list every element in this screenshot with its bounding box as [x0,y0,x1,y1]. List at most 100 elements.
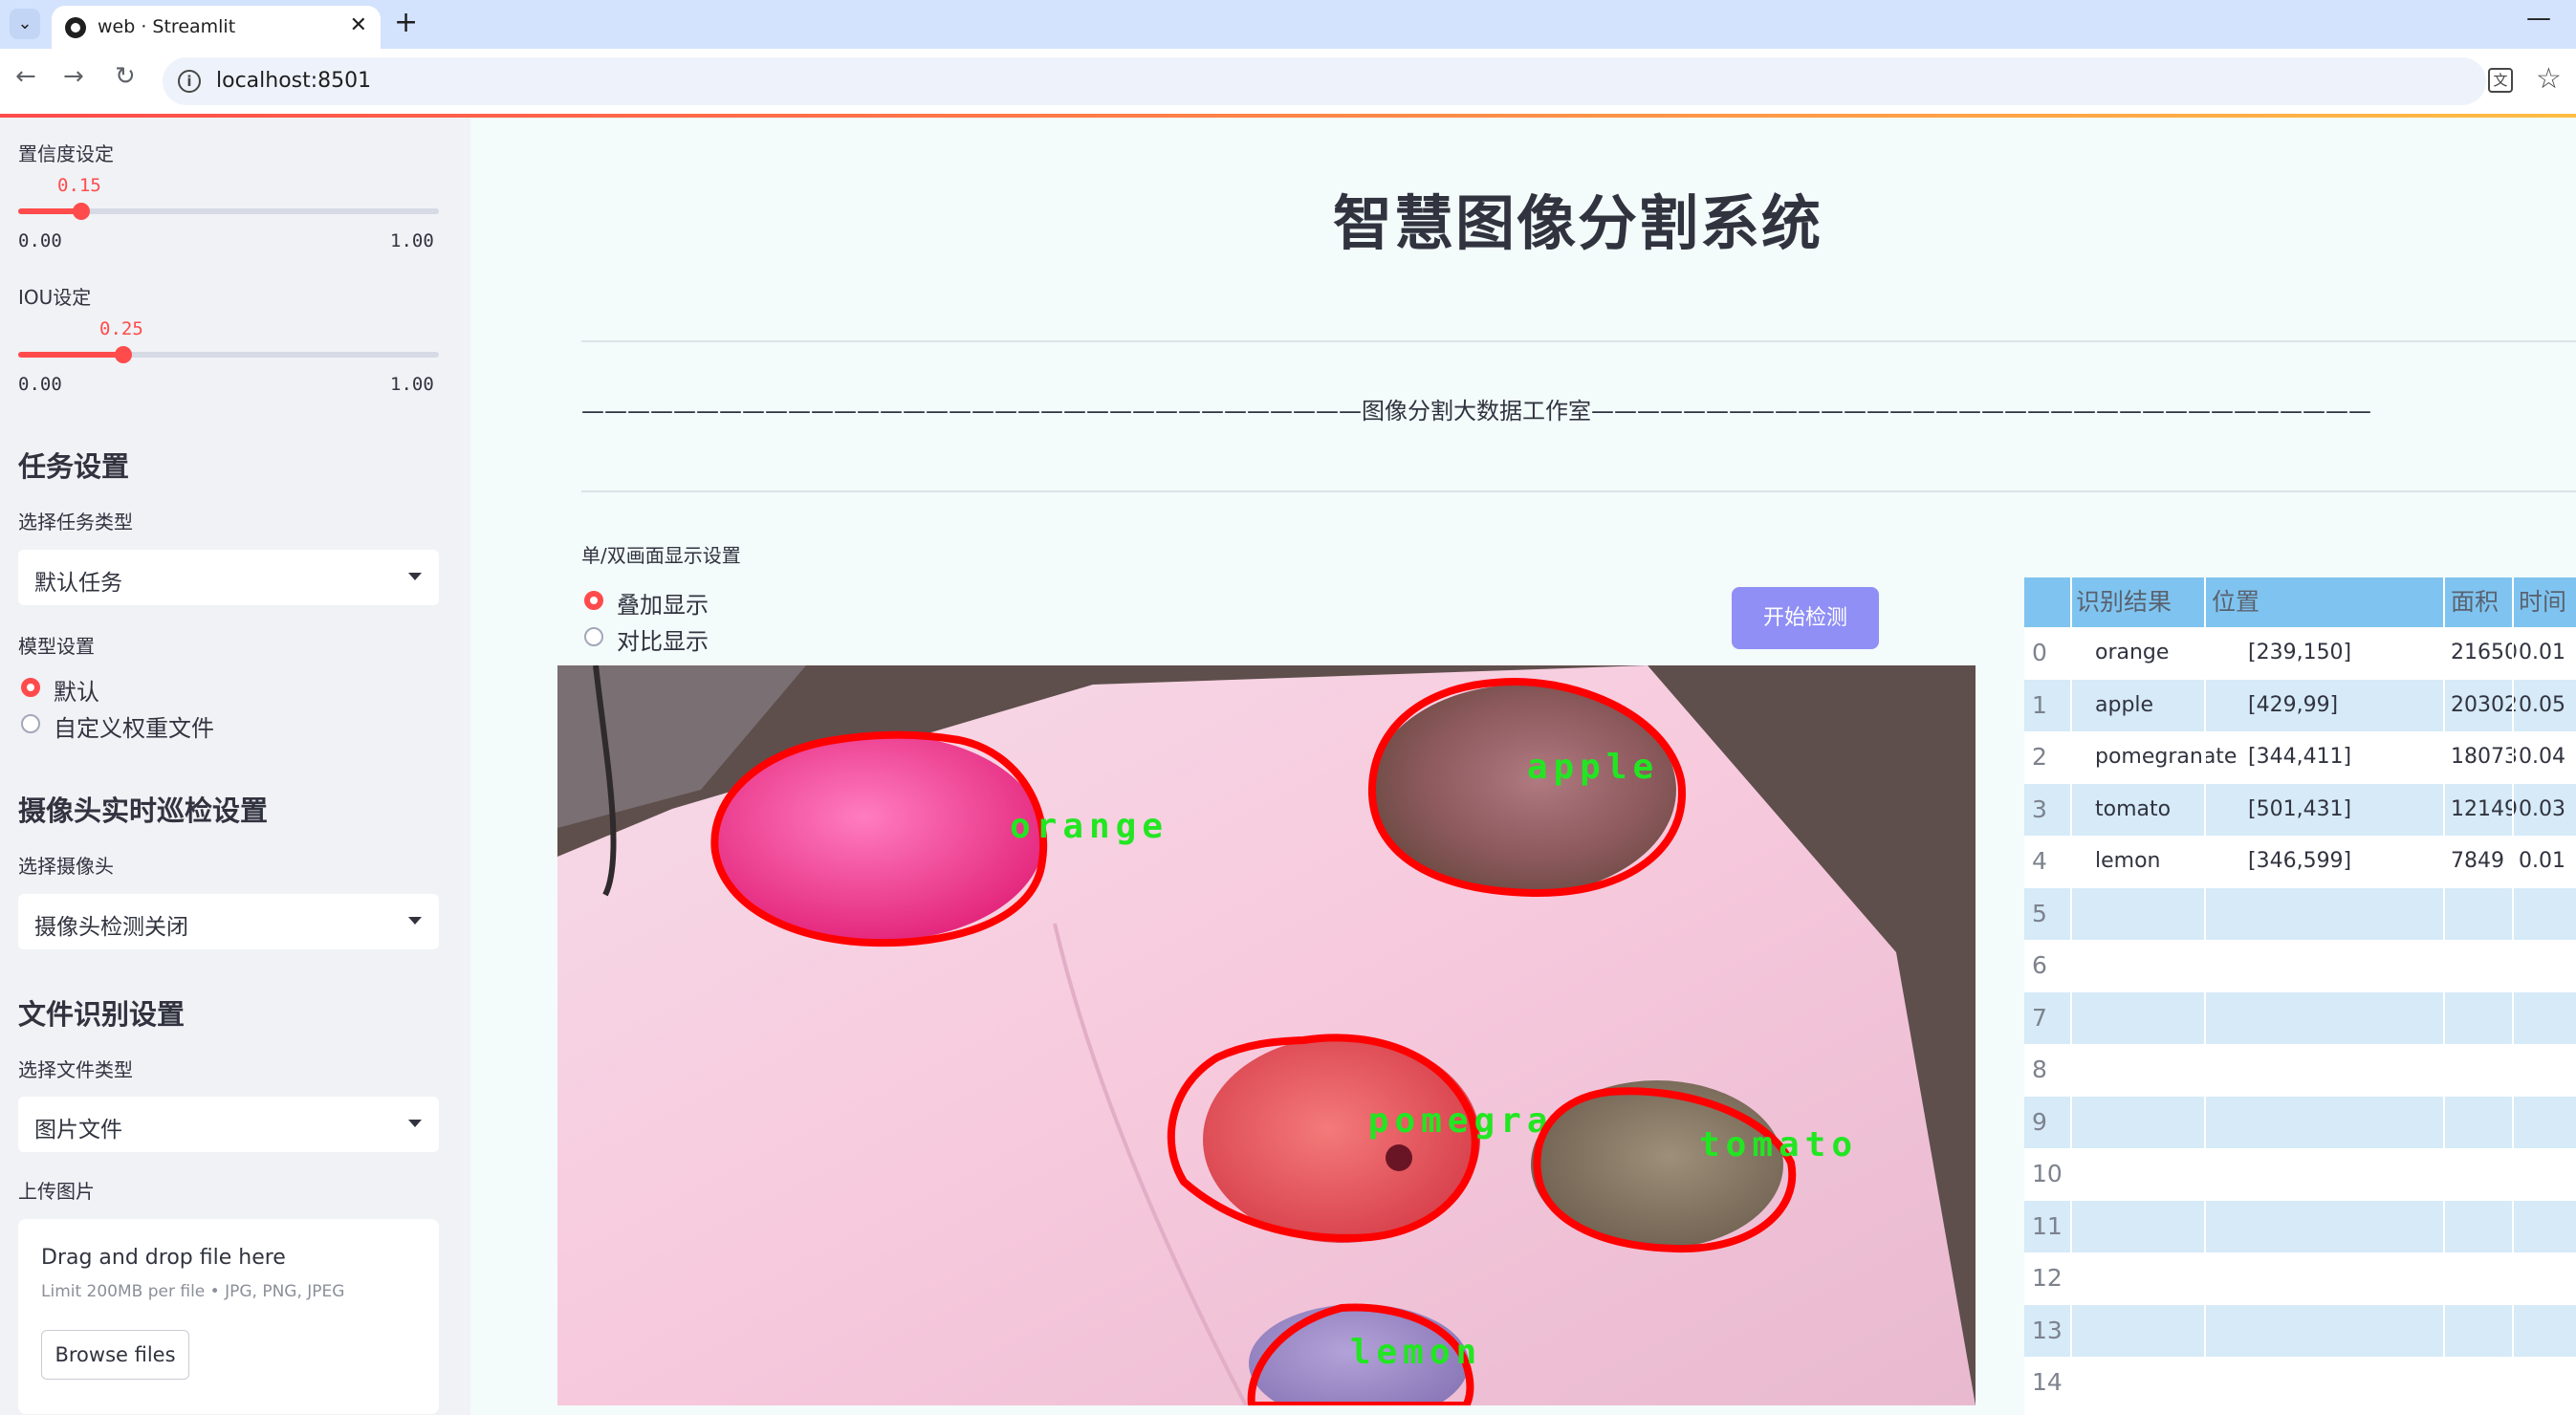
forward-arrow-icon[interactable]: → [63,62,84,91]
row-index: 14 [2032,1368,2063,1396]
iou-slider[interactable] [18,346,439,363]
translate-icon[interactable]: 文 [2488,68,2513,93]
header-area[interactable]: 面积 [2451,577,2499,627]
table-row[interactable]: 6 [2024,940,2576,992]
close-tab-icon[interactable]: ✕ [350,13,367,37]
cell-position: [344,411] [2248,745,2352,769]
iou-slider-thumb[interactable] [115,346,132,363]
table-row[interactable]: 3 tomato [501,431] 12149 0.03 [2024,783,2576,836]
row-index: 0 [2032,639,2047,666]
row-index: 7 [2032,1003,2047,1032]
result-canvas: orange apple pomegranate tomato lemon [557,665,1976,1405]
table-row[interactable]: 4 lemon [346,599] 7849 0.01 [2024,836,2576,888]
camera-value: 摄像头检测关闭 [34,915,188,940]
table-row[interactable]: 7 [2024,991,2576,1044]
table-row[interactable]: 13 [2024,1304,2576,1357]
file-settings-heading: 文件识别设置 [18,998,186,1031]
camera-settings-heading: 摄像头实时巡检设置 [18,795,269,827]
cell-result: tomato [2095,796,2172,821]
chevron-down-icon [408,573,422,580]
cell-time: 0.04 [2519,745,2565,769]
confidence-slider-thumb[interactable] [73,203,90,220]
model-settings-label: 模型设置 [18,635,95,658]
cell-time: 0.01 [2519,849,2565,873]
upload-label: 上传图片 [18,1180,95,1203]
reload-icon[interactable]: ↻ [115,62,136,91]
browse-files-button[interactable]: Browse files [41,1330,189,1380]
site-info-icon[interactable]: i [178,70,201,93]
header-result[interactable]: 识别结果 [2076,577,2172,627]
cell-area: 20302 [2451,692,2518,717]
table-row[interactable]: 14 [2024,1357,2576,1409]
confidence-value: 0.15 [57,175,101,196]
browser-toolbar: ← → ↻ i localhost:8501 文 ☆ [0,49,2576,114]
model-option-custom: 自定义权重文件 [54,715,214,742]
start-detection-button[interactable]: 开始检测 [1732,587,1879,649]
radio-selected-icon[interactable] [21,678,40,697]
confidence-label: 置信度设定 [18,142,114,165]
browser-tab[interactable]: web · Streamlit ✕ [52,6,381,49]
table-row[interactable]: 9 [2024,1096,2576,1148]
cell-position: [239,150] [2248,641,2352,664]
results-table[interactable]: 识别结果 位置 面积 时间 0 orange [239,150] 21650 0.01 1… [2024,577,2576,1415]
chevron-down-icon [408,1120,422,1127]
iou-min: 0.00 [18,374,62,395]
confidence-max: 1.00 [390,230,434,251]
model-option-default: 默认 [54,679,99,706]
page-title: 智慧图像分割系统 [1333,188,1823,258]
radio-unselected-icon[interactable] [584,627,603,646]
browser-tab-bar: ⌄ web · Streamlit ✕ + — [0,0,2576,49]
cell-position: [429,99] [2248,692,2339,717]
new-tab-plus-icon[interactable]: + [394,6,418,39]
table-row[interactable]: 8 [2024,1044,2576,1097]
tomato-detection-label: tomato [1699,1125,1858,1165]
sidebar: 置信度设定 0.15 0.00 1.00 IOU设定 0.25 0.00 1.0… [0,118,470,1415]
confidence-slider[interactable] [18,203,439,220]
column-divider [2443,577,2445,1415]
table-row[interactable]: 2 pomegranate [344,411] 18073 0.04 [2024,731,2576,784]
cell-area: 18073 [2451,745,2518,769]
lemon-detection-label: lemon [1350,1333,1482,1372]
table-row[interactable]: 0 orange [239,150] 21650 0.01 [2024,627,2576,680]
bookmark-star-icon[interactable]: ☆ [2536,62,2562,96]
table-row[interactable]: 10 [2024,1148,2576,1201]
window-minimize-icon[interactable]: — [2526,4,2551,33]
address-bar[interactable]: i localhost:8501 [163,57,2486,105]
row-index: 5 [2032,899,2047,927]
cell-position: [346,599] [2248,849,2352,873]
iou-max: 1.00 [390,374,434,395]
segmentation-result-image: orange apple pomegranate tomato lemon [557,665,1976,1405]
radio-unselected-icon[interactable] [21,714,40,733]
file-uploader-dropzone[interactable]: Drag and drop file here Limit 200MB per … [18,1219,439,1414]
header-time[interactable]: 时间 [2519,577,2566,627]
header-position[interactable]: 位置 [2212,577,2259,627]
radio-selected-icon[interactable] [584,591,603,610]
orange-detection-label: orange [1010,807,1168,846]
cell-time: 0.03 [2519,796,2565,821]
display-mode-label: 单/双画面显示设置 [581,544,741,567]
task-type-label: 选择任务类型 [18,511,133,533]
table-row[interactable]: 11 [2024,1200,2576,1252]
back-arrow-icon[interactable]: ← [15,62,36,91]
iou-slider-fill [18,352,123,358]
row-index: 8 [2032,1056,2047,1083]
table-row[interactable]: 5 [2024,887,2576,940]
upload-title: Drag and drop file here [41,1246,286,1270]
divider-top [581,340,2576,342]
column-divider [2204,577,2206,1415]
cell-time: 0.05 [2519,692,2565,717]
column-divider [2070,577,2072,1415]
tab-search-chevron-icon[interactable]: ⌄ [10,9,40,39]
cell-position: [501,431] [2248,796,2352,821]
camera-label: 选择摄像头 [18,855,114,878]
iou-value: 0.25 [99,318,143,339]
url-text[interactable]: localhost:8501 [216,69,371,93]
apple-detection-label: apple [1527,748,1659,787]
table-row[interactable]: 12 [2024,1252,2576,1305]
tab-title: web · Streamlit [98,16,236,37]
task-type-select[interactable]: 默认任务 [18,550,439,605]
task-type-value: 默认任务 [34,571,122,596]
camera-select[interactable]: 摄像头检测关闭 [18,894,439,949]
table-row[interactable]: 1 apple [429,99] 20302 0.05 [2024,679,2576,731]
file-type-select[interactable]: 图片文件 [18,1097,439,1152]
